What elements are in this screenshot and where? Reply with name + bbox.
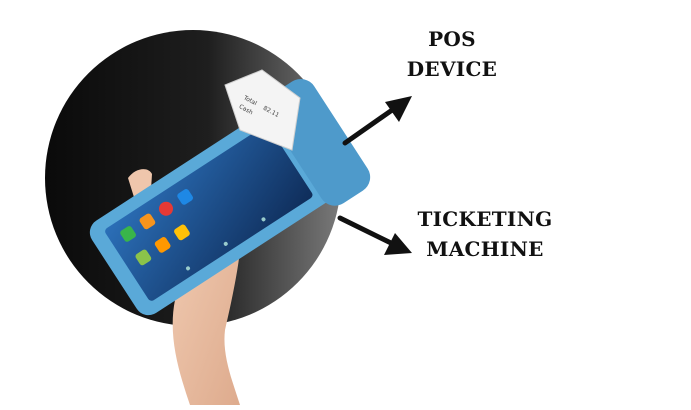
arrow-pos-shaft — [342, 105, 398, 146]
arrow-ticketing-shaft — [337, 215, 396, 247]
arrow-pos-head — [385, 96, 412, 122]
ticketing-machine-label-line-2: MACHINE — [426, 237, 544, 261]
ticketing-machine-label-line-1: TICKETING — [417, 207, 553, 231]
illustration-canvas: Total Cash 82.11 — [45, 30, 412, 405]
arrow-pos — [342, 96, 412, 146]
pos-device-label: POS DEVICE — [392, 24, 512, 84]
arrow-ticketing — [337, 215, 412, 255]
ticketing-machine-label: TICKETING MACHINE — [405, 204, 565, 264]
pos-device-label-line-2: DEVICE — [406, 57, 498, 81]
pos-device-label-line-1: POS — [428, 27, 476, 51]
